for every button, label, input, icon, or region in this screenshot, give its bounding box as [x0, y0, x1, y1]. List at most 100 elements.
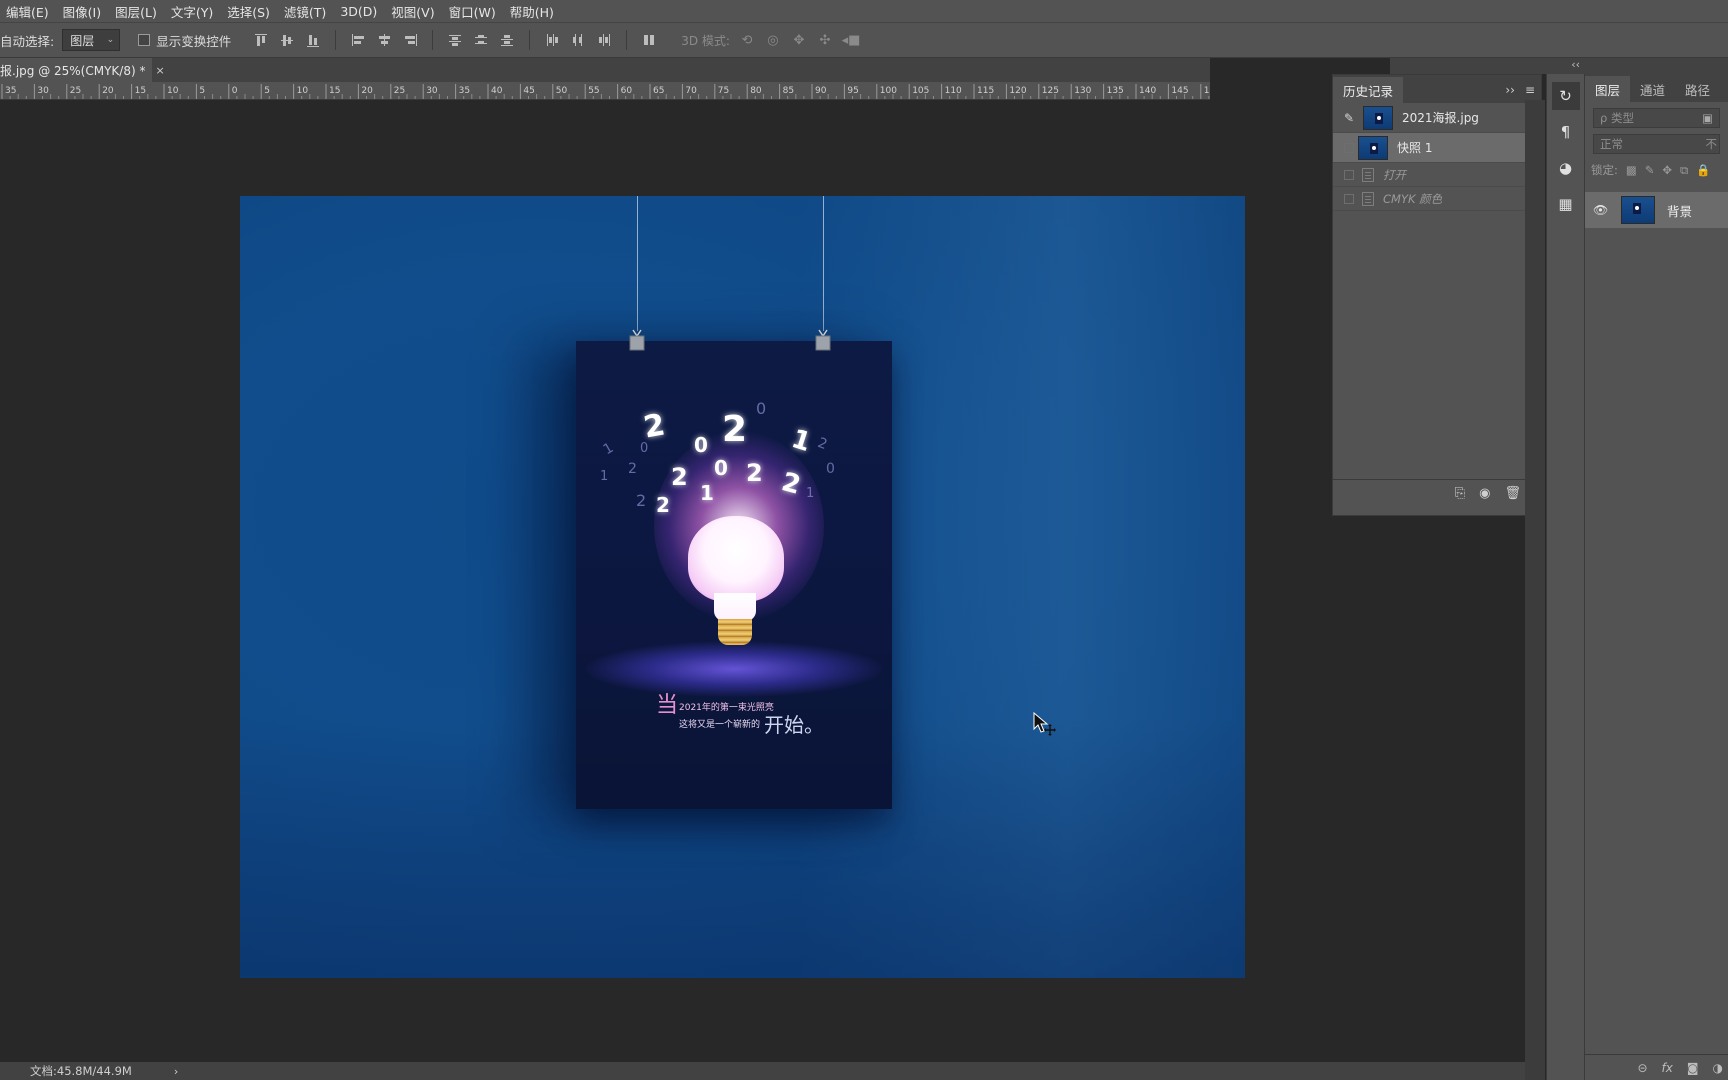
history-source-checkbox[interactable] [1344, 142, 1354, 153]
number-glyph-faint: 1 [600, 469, 609, 484]
document-tab-title: 报.jpg @ 25%(CMYK/8) * [0, 63, 146, 78]
align-vcenter-icon[interactable] [279, 32, 295, 48]
lock-all-icon[interactable]: 🔒 [1696, 163, 1710, 177]
tab-channels[interactable]: 通道 [1630, 76, 1675, 102]
history-icon[interactable]: ↻ [1551, 82, 1580, 110]
rotate-3d-icon[interactable]: ⟲ [738, 32, 756, 48]
tab-layers[interactable]: 图层 [1585, 76, 1631, 102]
menu-item[interactable]: 视图(V) [385, 2, 442, 21]
ruler-label: 55 [588, 86, 599, 96]
distribute-vcenter-icon[interactable] [473, 32, 489, 48]
lock-artboard-icon[interactable]: ⧉ [1680, 163, 1688, 178]
image-filter-icon[interactable]: ▣ [1702, 111, 1713, 125]
collapse-icon[interactable]: ‹‹ [1571, 58, 1580, 71]
distribute-left-icon[interactable] [544, 32, 560, 48]
number-glyph-faint: 0 [756, 399, 767, 418]
ruler-label: 85 [783, 86, 794, 96]
document-tab[interactable]: 报.jpg @ 25%(CMYK/8) * × [0, 58, 165, 82]
slide-3d-icon[interactable]: ✣ [816, 32, 834, 48]
history-brush-icon[interactable]: ✎ [1341, 111, 1357, 125]
chevron-down-icon: ⌄ [106, 35, 115, 45]
auto-select-dropdown[interactable]: 图层 ⌄ [62, 29, 121, 51]
history-source-checkbox[interactable] [1344, 169, 1354, 180]
camera-icon[interactable]: ◉ [1479, 486, 1490, 501]
number-glyph: 2 [641, 407, 668, 446]
drag-3d-icon[interactable]: ✥ [790, 32, 808, 48]
menu-item[interactable]: 滤镜(T) [278, 2, 334, 21]
menu-item[interactable]: 文字(Y) [165, 2, 221, 21]
ruler-label: 80 [750, 86, 762, 96]
layer-filter-select[interactable]: ρ 类型 ▣ [1593, 108, 1720, 128]
history-snapshot[interactable]: ✎ 2021海报.jpg [1333, 103, 1541, 133]
align-hcenter-icon[interactable] [376, 32, 392, 48]
menu-item[interactable]: 图层(L) [109, 2, 165, 21]
new-document-icon[interactable]: ⎘ [1455, 486, 1465, 501]
auto-align-icon[interactable] [641, 32, 657, 48]
expand-icon[interactable]: ›› [1505, 83, 1515, 97]
lock-row: 锁定: ▩ ✎ ✥ ⧉ 🔒 [1591, 160, 1728, 180]
align-left-icon[interactable] [350, 32, 366, 48]
distribute-right-icon[interactable] [596, 32, 612, 48]
lock-paint-icon[interactable]: ✎ [1645, 163, 1655, 177]
poster-line-1: 2021年的第一束光照亮 [679, 703, 774, 713]
menu-item[interactable]: 帮助(H) [504, 2, 562, 21]
number-glyph-faint: 1 [806, 486, 815, 501]
panel-controls: ›› ≡ [1505, 83, 1535, 97]
hanging-string-left [637, 196, 638, 331]
align-bottom-icon[interactable] [305, 32, 321, 48]
mask-icon[interactable]: ◙ [1687, 1061, 1699, 1075]
lock-transparency-icon[interactable]: ▩ [1626, 163, 1637, 177]
scale-3d-icon[interactable]: ◂■ [842, 32, 861, 48]
document-canvas[interactable]: 2 0 2 1 2 0 2 1 2 2 1 2 0 2 1 2 0 1 0 当 … [240, 196, 1245, 978]
history-snapshot[interactable]: 快照 1 [1333, 133, 1541, 163]
document-size: 文档:45.8M/44.9M [30, 1064, 132, 1078]
panel-menu-icon[interactable]: ≡ [1525, 83, 1535, 97]
distribute-hcenter-icon[interactable] [570, 32, 586, 48]
auto-select-label: 自动选择: [0, 33, 55, 49]
fx-icon[interactable]: fx [1662, 1061, 1673, 1075]
grid-icon[interactable]: ▦ [1552, 190, 1580, 218]
ruler-label: 110 [945, 86, 962, 96]
status-arrow-icon[interactable]: › [174, 1065, 178, 1078]
menu-item[interactable]: 3D(D) [334, 4, 385, 19]
ruler-label: 130 [1074, 86, 1091, 96]
menu-item[interactable]: 编辑(E) [0, 2, 57, 21]
menu-item[interactable]: 窗口(W) [443, 2, 504, 21]
adjustment-icon[interactable]: ◑ [1713, 1061, 1723, 1075]
link-icon[interactable]: ⊝ [1637, 1061, 1647, 1075]
ruler-label: 5 [264, 86, 270, 96]
align-top-icon[interactable] [253, 32, 269, 48]
ruler-label: 140 [1139, 86, 1156, 96]
panel-dock-header: ‹‹ [1390, 58, 1728, 74]
lightbulb [688, 516, 784, 602]
trash-icon[interactable]: 🗑 [1504, 486, 1521, 501]
layer-row-background[interactable]: 👁 背景 [1585, 192, 1728, 228]
lock-position-icon[interactable]: ✥ [1662, 163, 1672, 177]
number-glyph: 2 [722, 409, 748, 450]
distribute-top-icon[interactable] [447, 32, 463, 48]
history-source-checkbox[interactable] [1344, 193, 1354, 204]
menu-item[interactable]: 选择(S) [221, 2, 278, 21]
distribute-bottom-icon[interactable] [499, 32, 515, 48]
visibility-eye-icon[interactable]: 👁 [1593, 203, 1609, 217]
ruler-label: 105 [912, 86, 929, 96]
menu-item[interactable]: 图像(I) [57, 2, 109, 21]
history-step[interactable]: 打开 [1333, 163, 1541, 187]
ruler-label: 65 [653, 86, 664, 96]
paragraph-style-icon[interactable]: ¶ [1552, 118, 1580, 146]
palette-icon[interactable]: ◕ [1552, 154, 1580, 182]
history-step[interactable]: CMYK 颜色 [1333, 187, 1541, 211]
tab-paths[interactable]: 路径 [1675, 76, 1720, 102]
show-transform-checkbox[interactable] [138, 34, 151, 46]
number-glyph: 2 [656, 493, 670, 517]
layers-panel: 图层 通道 路径 ρ 类型 ▣ 正常 不 锁定: ▩ ✎ ✥ ⧉ 🔒 👁 背景 … [1584, 74, 1728, 1080]
canvas-workspace[interactable]: 2 0 2 1 2 0 2 1 2 2 1 2 0 2 1 2 0 1 0 当 … [0, 100, 1525, 1062]
blend-mode-select[interactable]: 正常 不 [1593, 134, 1720, 154]
snapshot-thumbnail [1358, 135, 1388, 160]
tab-history[interactable]: 历史记录 [1333, 77, 1404, 103]
close-icon[interactable]: × [155, 64, 164, 77]
roll-3d-icon[interactable]: ◎ [764, 32, 782, 48]
align-right-icon[interactable] [402, 32, 418, 48]
ruler-label: 10 [297, 86, 309, 96]
ruler-label: 45 [523, 86, 534, 96]
